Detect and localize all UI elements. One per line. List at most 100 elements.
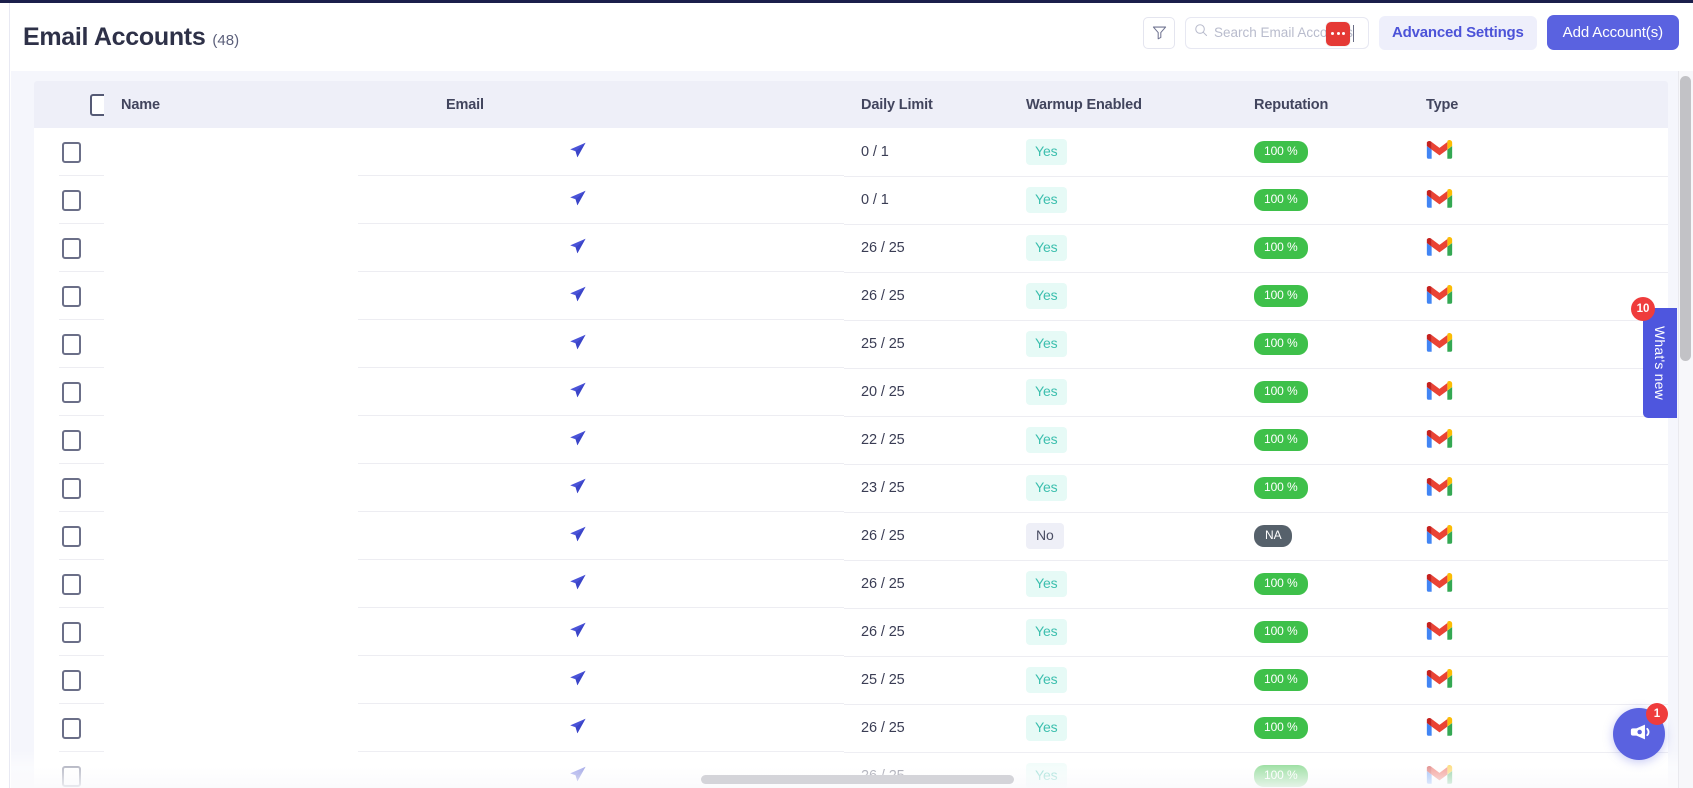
send-icon[interactable] bbox=[569, 525, 587, 547]
cell-warmup-enabled: Yes bbox=[1009, 560, 1237, 609]
column-header-reputation[interactable]: Reputation bbox=[1237, 81, 1409, 128]
gmail-icon bbox=[1426, 716, 1453, 741]
row-select-cell[interactable] bbox=[34, 512, 104, 560]
row-checkbox[interactable] bbox=[62, 189, 81, 211]
column-header-warmup-enabled-label: Warmup Enabled bbox=[1026, 96, 1142, 113]
whats-new-tab[interactable]: 10 What's new bbox=[1631, 297, 1677, 418]
send-icon[interactable] bbox=[569, 477, 587, 499]
send-icon[interactable] bbox=[569, 333, 587, 355]
send-icon[interactable] bbox=[569, 669, 587, 691]
cell-type bbox=[1409, 128, 1668, 177]
advanced-settings-button[interactable]: Advanced Settings bbox=[1379, 15, 1537, 50]
gmail-icon bbox=[1426, 236, 1453, 261]
cell-daily-limit: 26 / 25 bbox=[844, 272, 1009, 321]
row-checkbox[interactable] bbox=[62, 525, 81, 547]
row-checkbox[interactable] bbox=[62, 429, 81, 451]
row-checkbox[interactable] bbox=[62, 237, 81, 259]
filter-button[interactable] bbox=[1143, 16, 1176, 49]
row-checkbox[interactable] bbox=[62, 573, 81, 595]
megaphone-icon bbox=[1626, 719, 1652, 750]
warmup-status-badge: Yes bbox=[1026, 475, 1067, 501]
send-icon[interactable] bbox=[569, 573, 587, 595]
send-icon[interactable] bbox=[569, 237, 587, 259]
send-icon[interactable] bbox=[569, 381, 587, 403]
table-row[interactable]: 26 / 25 Yes 100 % bbox=[34, 224, 1668, 273]
add-account-button[interactable]: Add Account(s) bbox=[1546, 15, 1679, 50]
vertical-scrollbar-thumb[interactable] bbox=[1680, 76, 1691, 361]
cell-daily-limit: 23 / 25 bbox=[844, 464, 1009, 513]
column-header-daily-limit[interactable]: Daily Limit bbox=[844, 81, 1009, 128]
column-header-email[interactable]: Email bbox=[429, 81, 844, 128]
row-checkbox[interactable] bbox=[62, 621, 81, 643]
row-checkbox[interactable] bbox=[62, 669, 81, 691]
cell-warmup-enabled: Yes bbox=[1009, 176, 1237, 225]
row-select-cell[interactable] bbox=[34, 272, 104, 320]
send-icon[interactable] bbox=[569, 429, 587, 451]
cell-daily-limit-label: 22 / 25 bbox=[861, 432, 905, 448]
search-box[interactable] bbox=[1185, 16, 1370, 49]
cell-name bbox=[104, 320, 429, 368]
row-checkbox[interactable] bbox=[62, 381, 81, 403]
row-select-cell[interactable] bbox=[34, 224, 104, 272]
cell-daily-limit-label: 0 / 1 bbox=[861, 192, 889, 208]
row-select-cell[interactable] bbox=[34, 704, 104, 752]
cell-daily-limit: 0 / 1 bbox=[844, 128, 1009, 177]
error-dots-badge[interactable] bbox=[1326, 21, 1351, 46]
cell-daily-limit: 26 / 25 bbox=[844, 512, 1009, 561]
row-select-cell[interactable] bbox=[34, 128, 104, 176]
reputation-badge: 100 % bbox=[1254, 140, 1308, 163]
table-scroll-container[interactable]: Name Email Daily Limit Warmup Enabled Re bbox=[34, 81, 1668, 788]
row-checkbox[interactable] bbox=[62, 285, 81, 307]
horizontal-scrollbar-thumb[interactable] bbox=[701, 775, 1014, 784]
cell-reputation: NA bbox=[1237, 512, 1409, 561]
send-icon[interactable] bbox=[569, 717, 587, 739]
table-row[interactable]: 0 / 1 Yes 100 % bbox=[34, 176, 1668, 225]
gmail-icon bbox=[1426, 188, 1453, 213]
row-select-cell[interactable] bbox=[34, 464, 104, 512]
row-select-cell[interactable] bbox=[34, 560, 104, 608]
reputation-badge: 100 % bbox=[1254, 717, 1308, 739]
row-select-cell[interactable] bbox=[34, 368, 104, 416]
row-select-cell[interactable] bbox=[34, 656, 104, 704]
cell-type bbox=[1409, 608, 1668, 657]
cell-email bbox=[429, 176, 844, 224]
row-checkbox[interactable] bbox=[62, 477, 81, 499]
row-select-cell[interactable] bbox=[34, 320, 104, 368]
row-select-cell[interactable] bbox=[34, 176, 104, 224]
table-row[interactable]: 25 / 25 Yes 100 % bbox=[34, 656, 1668, 705]
table-row[interactable]: 26 / 25 Yes 100 % bbox=[34, 272, 1668, 321]
table-row[interactable]: 26 / 25 Yes 100 % bbox=[34, 704, 1668, 753]
select-all-wrap bbox=[34, 93, 110, 116]
row-checkbox[interactable] bbox=[62, 141, 81, 163]
table-row[interactable]: 23 / 25 Yes 100 % bbox=[34, 464, 1668, 513]
feedback-badge: 1 bbox=[1646, 703, 1668, 725]
feedback-button[interactable]: 1 bbox=[1613, 703, 1668, 760]
table-row[interactable]: 26 / 25 Yes 100 % bbox=[34, 560, 1668, 609]
cell-name bbox=[104, 512, 429, 560]
reputation-badge: 100 % bbox=[1254, 477, 1308, 499]
cell-email bbox=[429, 416, 844, 464]
column-header-name[interactable]: Name bbox=[104, 81, 429, 128]
table-row[interactable]: 26 / 25 Yes 100 % bbox=[34, 608, 1668, 657]
header-actions: Advanced Settings Add Account(s) bbox=[1143, 15, 1679, 50]
column-header-type[interactable]: Type bbox=[1409, 81, 1668, 128]
column-header-warmup-enabled[interactable]: Warmup Enabled bbox=[1009, 81, 1237, 128]
send-icon[interactable] bbox=[569, 141, 587, 163]
table-row[interactable]: 0 / 1 Yes 100 % bbox=[34, 128, 1668, 177]
table-row[interactable]: 26 / 25 No NA bbox=[34, 512, 1668, 561]
row-select-cell[interactable] bbox=[34, 416, 104, 464]
cell-reputation: 100 % bbox=[1237, 176, 1409, 225]
send-icon[interactable] bbox=[569, 189, 587, 211]
cell-email bbox=[429, 272, 844, 320]
table-row[interactable]: 20 / 25 Yes 100 % bbox=[34, 368, 1668, 417]
table-row[interactable]: 22 / 25 Yes 100 % bbox=[34, 416, 1668, 465]
table-row[interactable]: 25 / 25 Yes 100 % bbox=[34, 320, 1668, 369]
row-select-cell[interactable] bbox=[34, 608, 104, 656]
send-icon[interactable] bbox=[569, 621, 587, 643]
cell-type bbox=[1409, 320, 1668, 369]
reputation-badge: 100 % bbox=[1254, 573, 1308, 595]
row-checkbox[interactable] bbox=[62, 717, 81, 739]
cell-warmup-enabled: Yes bbox=[1009, 608, 1237, 657]
row-checkbox[interactable] bbox=[62, 333, 81, 355]
send-icon[interactable] bbox=[569, 285, 587, 307]
